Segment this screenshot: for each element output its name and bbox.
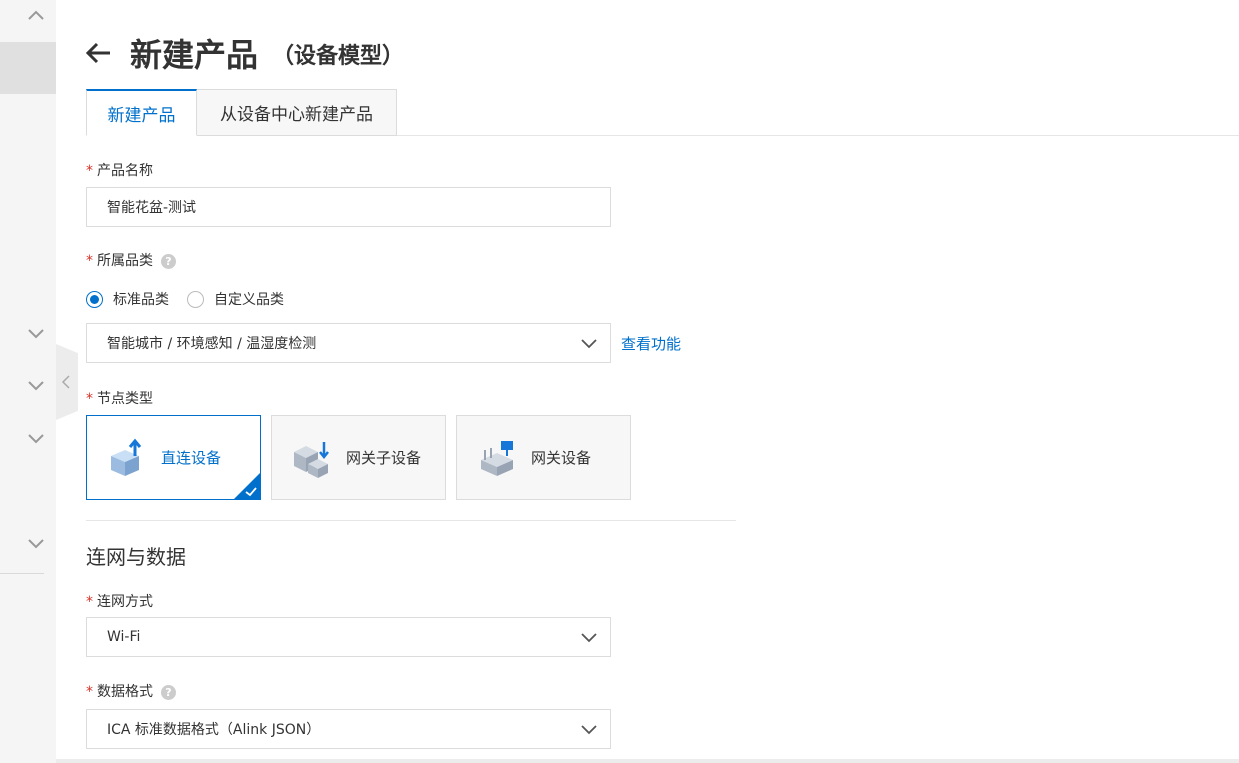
chevron-down-icon [581,725,597,735]
tab-new-product[interactable]: 新建产品 [86,89,197,136]
connection-method-value: Wi-Fi [107,629,141,645]
tab-from-device-center[interactable]: 从设备中心新建产品 [197,89,397,136]
connection-method-select[interactable]: Wi-Fi [86,617,611,657]
chevron-down-icon[interactable] [24,533,48,553]
chevron-down-icon[interactable] [24,323,48,343]
chevron-left-icon [61,375,70,389]
help-icon[interactable]: ? [161,253,176,269]
node-card-direct-device[interactable]: 直连设备 [86,415,261,500]
direct-device-icon [111,438,142,476]
data-format-label: * 数据格式? [86,681,176,701]
help-icon[interactable]: ? [161,684,176,700]
chevron-up-icon[interactable] [24,6,48,26]
page-title: 新建产品 [130,36,259,74]
required-mark: * [86,163,93,179]
node-card-label: 网关子设备 [346,449,422,467]
gateway-subdevice-icon [294,441,329,478]
node-type-label: * 节点类型 [86,391,153,407]
data-format-value: ICA 标准数据格式（Alink JSON） [107,722,321,738]
radio-custom-category[interactable] [187,290,204,308]
chevron-down-icon [581,339,597,349]
chevron-down-icon[interactable] [24,375,48,395]
category-radio-group: 标准品类 自定义品类 [86,288,302,310]
page-subtitle: （设备模型） [272,44,405,69]
sidebar-divider [0,573,44,574]
arrow-left-icon[interactable] [84,38,114,68]
product-name-input[interactable]: 智能花盆-测试 [86,187,611,227]
required-mark: * [86,684,93,700]
connection-method-label: * 连网方式 [86,594,153,610]
product-name-label: * 产品名称 [86,163,153,179]
view-functions-link[interactable]: 查看功能 [621,333,681,354]
chevron-down-icon[interactable] [24,428,48,448]
checkmark-icon [234,473,260,499]
radio-custom-label[interactable]: 自定义品类 [214,289,284,309]
node-card-gateway-subdevice[interactable]: 网关子设备 [271,415,446,500]
section-title: 连网与数据 [86,545,186,569]
node-card-gateway-device[interactable]: 网关设备 [456,415,631,500]
node-card-label: 网关设备 [531,449,592,467]
required-mark: * [86,253,93,269]
chevron-down-icon [581,633,597,643]
radio-standard-label[interactable]: 标准品类 [113,289,169,309]
required-mark: * [86,391,93,407]
category-select[interactable]: 智能城市 / 环境感知 / 温湿度检测 [86,323,611,363]
section-divider [86,520,736,521]
radio-standard-category[interactable] [86,290,103,308]
data-format-select[interactable]: ICA 标准数据格式（Alink JSON） [86,709,611,749]
sidebar-active-item[interactable] [0,42,56,94]
node-card-label: 直连设备 [161,449,222,467]
gateway-device-icon [481,440,513,476]
category-label: * 所属品类? [86,250,176,270]
bottom-strip [56,759,1239,763]
sidebar [0,0,56,763]
category-select-value: 智能城市 / 环境感知 / 温湿度检测 [107,336,317,352]
required-mark: * [86,594,93,610]
sidebar-collapse-handle[interactable] [56,344,78,420]
